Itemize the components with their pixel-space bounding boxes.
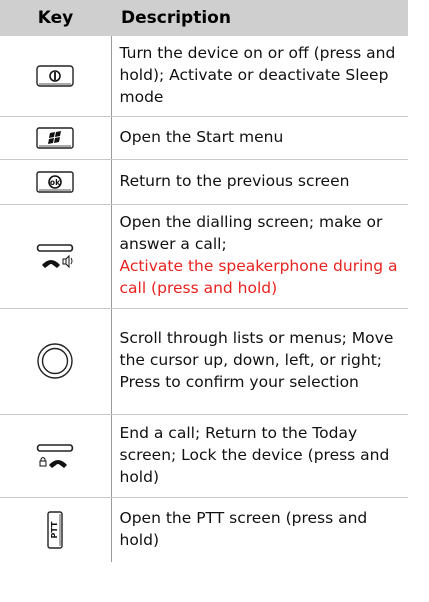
- table-row: Open the Start menu: [0, 116, 408, 160]
- key-reference-page: Key Description Turn the device on or of…: [0, 0, 429, 602]
- table-header: Key Description: [0, 0, 408, 36]
- ok-key-icon: ok: [0, 159, 112, 205]
- row-description: Return to the previous screen: [111, 159, 408, 205]
- dial-speaker-key-icon: [0, 204, 112, 309]
- table-row: Open the dialling screen; make or answer…: [0, 204, 408, 309]
- key-column-header: Key: [0, 0, 111, 36]
- ptt-key-label: PTT: [50, 521, 59, 539]
- table-row: Turn the device on or off (press and hol…: [0, 36, 408, 117]
- table-row: Scroll through lists or menus; Move the …: [0, 308, 408, 415]
- svg-text:ok: ok: [50, 178, 61, 187]
- ptt-key-icon: PTT: [0, 497, 112, 562]
- table-row: ok Return to the previous screen: [0, 159, 408, 205]
- speakerphone-note: Activate the speakerphone during a call …: [119, 257, 398, 297]
- description-column-header: Description: [111, 0, 408, 36]
- row-description: Open the Start menu: [111, 116, 408, 160]
- row-description: Scroll through lists or menus; Move the …: [111, 308, 408, 415]
- table-row: End a call; Return to the Today screen; …: [0, 414, 408, 498]
- power-key-icon: [0, 36, 112, 117]
- row-description: Turn the device on or off (press and hol…: [111, 36, 408, 117]
- navigation-key-icon: [0, 308, 112, 415]
- windows-start-key-icon: [0, 116, 112, 160]
- row-description: End a call; Return to the Today screen; …: [111, 414, 408, 498]
- dial-description: Open the dialling screen; make or answer…: [119, 213, 383, 253]
- key-table: Key Description Turn the device on or of…: [0, 0, 408, 562]
- row-description: Open the PTT screen (press and hold): [119, 508, 368, 549]
- row-description: Open the dialling screen; make or answer…: [111, 204, 408, 309]
- table-row: PTT Open the PTT screen (press and hold): [0, 497, 408, 562]
- end-lock-key-icon: [0, 414, 112, 498]
